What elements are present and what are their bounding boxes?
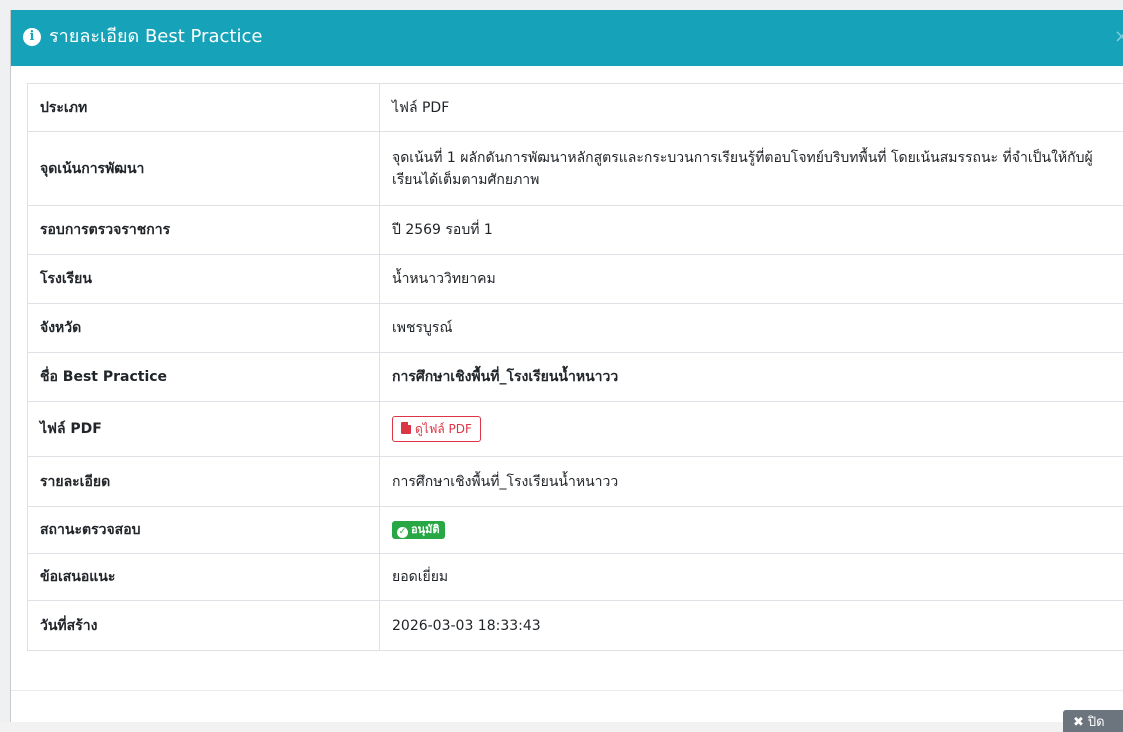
- row-value-status: ✓อนุมัติ: [380, 507, 1123, 554]
- close-button-label: ปิด: [1088, 715, 1105, 730]
- table-row: โรงเรียน น้ำหนาววิทยาคม: [28, 255, 1123, 304]
- row-value-pdf: ดูไฟล์ PDF: [380, 402, 1123, 457]
- row-label-created: วันที่สร้าง: [28, 601, 380, 651]
- row-label-type: ประเภท: [28, 84, 380, 132]
- times-icon: ✖: [1073, 715, 1084, 730]
- view-pdf-label: ดูไฟล์ PDF: [415, 422, 472, 436]
- modal-header: i รายละเอียด Best Practice ×: [11, 10, 1123, 66]
- status-label: อนุมัติ: [411, 523, 440, 536]
- view-pdf-button[interactable]: ดูไฟล์ PDF: [392, 416, 481, 442]
- file-pdf-icon: [401, 422, 411, 434]
- row-value-province: เพชรบูรณ์: [380, 304, 1123, 353]
- row-label-pdf: ไฟล์ PDF: [28, 402, 380, 457]
- row-label-inspection-round: รอบการตรวจราชการ: [28, 206, 380, 255]
- row-value-focus: จุดเน้นที่ 1 ผลักดันการพัฒนาหลักสูตรและก…: [380, 132, 1123, 206]
- row-label-description: รายละเอียด: [28, 457, 380, 507]
- row-label-status: สถานะตรวจสอบ: [28, 507, 380, 554]
- best-practice-modal: i รายละเอียด Best Practice × ประเภท ไฟล์…: [10, 10, 1123, 722]
- row-label-suggestion: ข้อเสนอแนะ: [28, 554, 380, 601]
- table-row: จุดเน้นการพัฒนา จุดเน้นที่ 1 ผลักดันการพ…: [28, 132, 1123, 206]
- info-circle-icon: i: [23, 28, 41, 46]
- row-label-school: โรงเรียน: [28, 255, 380, 304]
- row-value-inspection-round: ปี 2569 รอบที่ 1: [380, 206, 1123, 255]
- table-row: ไฟล์ PDF ดูไฟล์ PDF: [28, 402, 1123, 457]
- row-value-school: น้ำหนาววิทยาคม: [380, 255, 1123, 304]
- footer-divider: [11, 690, 1123, 691]
- row-label-bp-name: ชื่อ Best Practice: [28, 353, 380, 402]
- table-row: ข้อเสนอแนะ ยอดเยี่ยม: [28, 554, 1123, 601]
- table-row: รอบการตรวจราชการ ปี 2569 รอบที่ 1: [28, 206, 1123, 255]
- header-close-icon[interactable]: ×: [1114, 26, 1123, 48]
- status-badge: ✓อนุมัติ: [392, 521, 445, 539]
- table-row: จังหวัด เพชรบูรณ์: [28, 304, 1123, 353]
- table-row: รายละเอียด การศึกษาเชิงพื้นที่_โรงเรียนน…: [28, 457, 1123, 507]
- modal-title: รายละเอียด Best Practice: [49, 24, 262, 50]
- table-row: สถานะตรวจสอบ ✓อนุมัติ: [28, 507, 1123, 554]
- check-circle-icon: ✓: [397, 527, 408, 538]
- row-value-suggestion: ยอดเยี่ยม: [380, 554, 1123, 601]
- details-table: ประเภท ไฟล์ PDF จุดเน้นการพัฒนา จุดเน้นท…: [27, 83, 1123, 651]
- row-label-province: จังหวัด: [28, 304, 380, 353]
- row-value-created: 2026-03-03 18:33:43: [380, 601, 1123, 651]
- close-button[interactable]: ✖ ปิด: [1063, 710, 1123, 732]
- table-row: ชื่อ Best Practice การศึกษาเชิงพื้นที่_โ…: [28, 353, 1123, 402]
- table-row: วันที่สร้าง 2026-03-03 18:33:43: [28, 601, 1123, 651]
- row-value-type: ไฟล์ PDF: [380, 84, 1123, 132]
- row-label-focus: จุดเน้นการพัฒนา: [28, 132, 380, 206]
- row-value-bp-name: การศึกษาเชิงพื้นที่_โรงเรียนน้ำหนาวว: [380, 353, 1123, 402]
- table-row: ประเภท ไฟล์ PDF: [28, 84, 1123, 132]
- row-value-description: การศึกษาเชิงพื้นที่_โรงเรียนน้ำหนาวว: [380, 457, 1123, 507]
